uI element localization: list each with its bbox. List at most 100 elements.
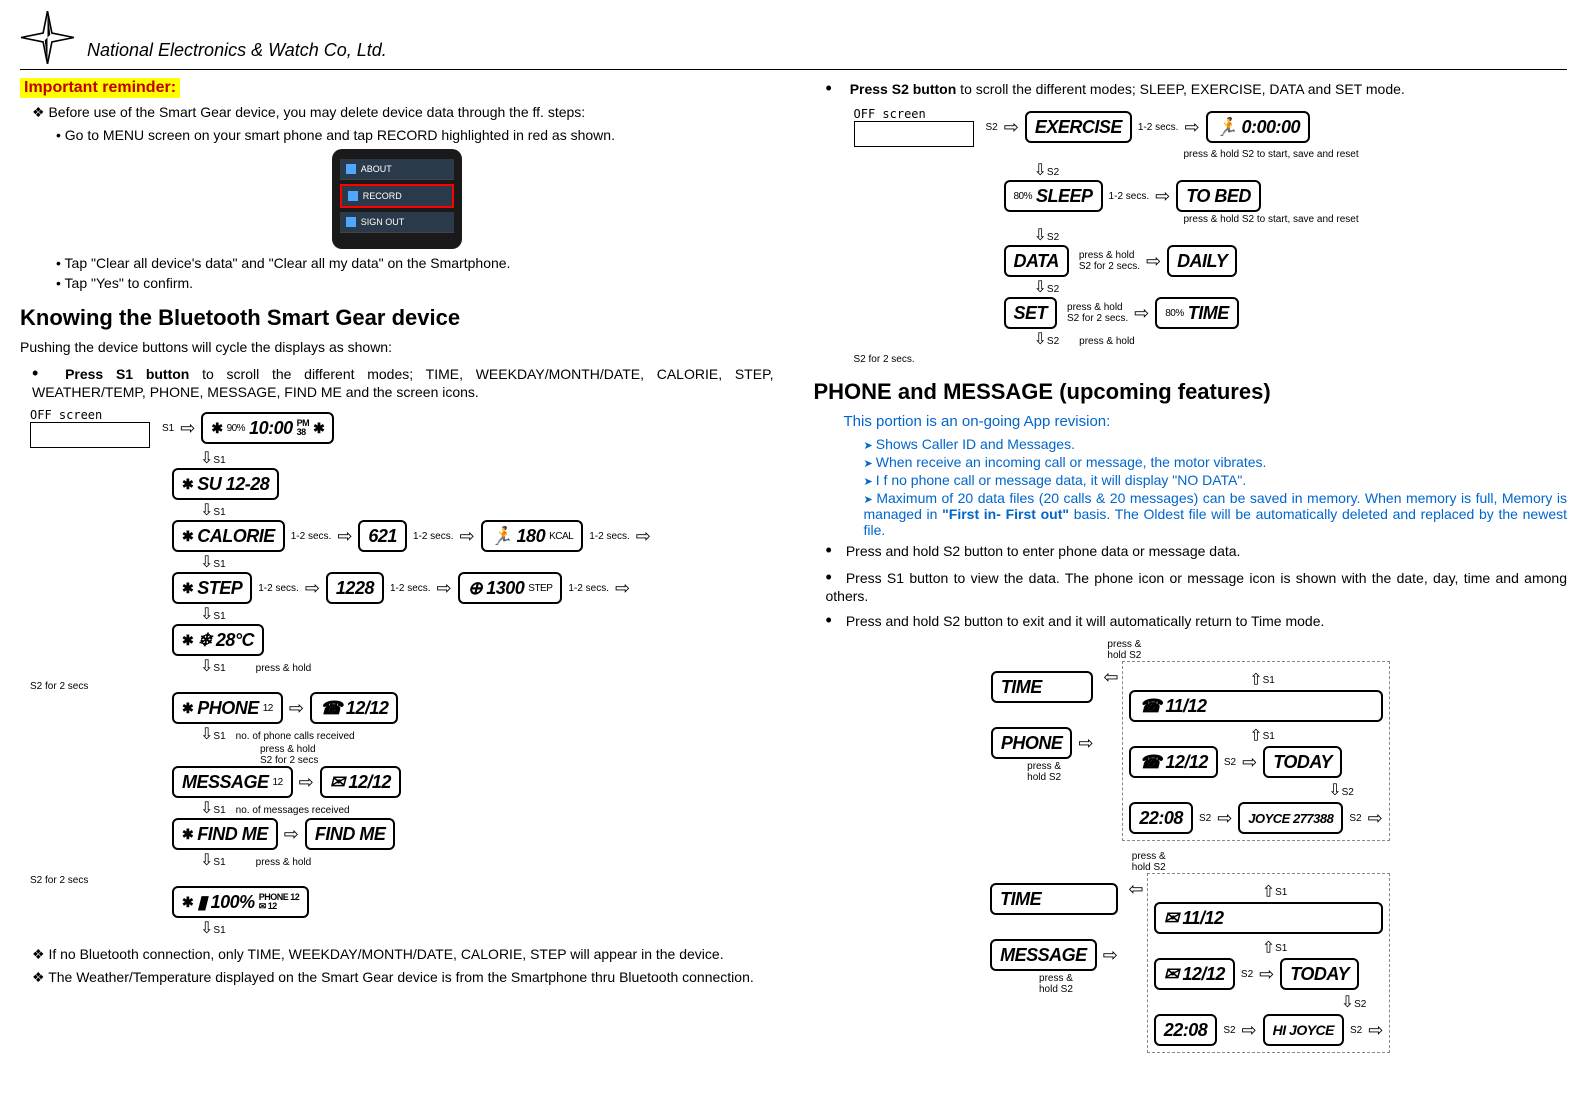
bluetooth-icon: ✱ <box>182 580 193 597</box>
runner-icon: 🏃 <box>1216 117 1238 138</box>
s1-down-label: S1 <box>213 559 225 570</box>
hold-note: press & hold S2 <box>995 761 1094 783</box>
calorie-v2: 180 <box>517 526 546 547</box>
arrow-right-icon: ⇨ <box>1155 186 1170 207</box>
s2-label: S2 <box>1199 813 1211 824</box>
step-unit: STEP <box>528 583 552 594</box>
arrow-right-icon: ⇨ <box>1368 808 1383 829</box>
msg-date-1: 11/12 <box>1182 908 1223 929</box>
phonemsg-a1: Shows Caller ID and Messages. <box>864 436 1568 452</box>
arrow-right-icon: ⇨ <box>1004 117 1019 138</box>
reminder-title: Important reminder: <box>20 78 180 98</box>
s1-down-label: S1 <box>213 663 225 674</box>
lcd-msg-date-1: ✉11/12 <box>1154 902 1384 934</box>
s1-mode-diagram: OFF screen S1 ⇨ ✱ 90% 10:00 PM38 ✱ ⇩S1 ✱… <box>30 408 774 938</box>
calorie-unit: KCAL <box>549 531 573 542</box>
s1-label: S1 <box>1263 675 1275 686</box>
arrow-right-icon: ⇨ <box>615 578 630 599</box>
temp-value: 28°C <box>216 630 254 651</box>
phone-handset-icon: ☎ <box>1139 696 1161 717</box>
battery-pct: 100% <box>211 892 255 913</box>
hold-note: press & hold S2 <box>994 973 1118 995</box>
off-screen-label: OFF screen <box>30 408 150 422</box>
s2-rest: to scroll the different modes; SLEEP, EX… <box>956 81 1404 97</box>
off-screen-box <box>30 422 150 448</box>
phonemsg-b2: Press S1 button to view the data. The ph… <box>826 567 1568 604</box>
sleep-pct: 80% <box>1014 191 1033 202</box>
phone-note: no. of phone calls received <box>236 731 355 742</box>
phone-mode-label: PHONE <box>1001 733 1063 754</box>
hold-note: press & hold S2 for 2 secs <box>30 857 311 886</box>
s1-lead: Press S1 button <box>65 366 189 382</box>
arrow-right-icon: ⇨ <box>1259 964 1274 985</box>
message-mode-label: MESSAGE <box>1000 945 1087 966</box>
s1-down-label: S1 <box>213 857 225 868</box>
lcd-time-mode: TIME <box>991 671 1094 703</box>
s1-down-label: S1 <box>213 731 225 742</box>
phone-count: 12 <box>263 703 273 714</box>
arrow-up-icon: ⇩ <box>1249 724 1262 744</box>
phonemsg-a4b: "First in- First out" <box>942 506 1069 522</box>
lcd-caller: JOYCE 277388 <box>1238 802 1343 834</box>
weekday-value: SU 12-28 <box>197 474 269 495</box>
lcd-msg-time: 22:08 <box>1154 1014 1218 1046</box>
s2-label: S2 <box>1241 969 1253 980</box>
step-label: STEP <box>197 578 242 599</box>
hold-note: press & hold S2 for 2 secs <box>30 663 311 692</box>
date-1: 11/12 <box>1165 696 1206 717</box>
lcd-data: DATA <box>1004 245 1069 277</box>
findme-label: FIND ME <box>197 824 268 845</box>
arrow-down-icon: ⇩ <box>200 448 213 468</box>
phone-screenshot: ABOUT RECORD SIGN OUT <box>332 149 462 249</box>
phone-data-group: ⇩S1 ☎11/12 ⇩S1 ☎12/12 S2⇨ TODAY ⇩S2 22:0… <box>1122 661 1389 841</box>
s2-label: S2 <box>1354 999 1366 1010</box>
section-phonemsg-title: PHONE and MESSAGE (upcoming features) <box>814 379 1568 405</box>
bluetooth-icon: ✱ <box>182 632 193 649</box>
secs-note: 1-2 secs. <box>589 531 630 542</box>
lcd-time-mode: TIME <box>990 883 1118 915</box>
hold-note: press & hold S2 <box>1132 851 1391 873</box>
data-label: DATA <box>1014 251 1059 272</box>
lcd-phone-mode: PHONE <box>991 727 1073 759</box>
time-val: 22:08 <box>1139 808 1183 829</box>
bluetooth-icon: ✱ <box>313 420 324 437</box>
secs-note: 1-2 secs. <box>291 531 332 542</box>
arrow-down-icon: ⇩ <box>200 604 213 624</box>
s1-instruction: Press S1 button to scroll the different … <box>32 363 774 400</box>
phonemsg-b3: Press and hold S2 button to exit and it … <box>826 610 1568 631</box>
left-column: Important reminder: Before use of the Sm… <box>20 78 774 1061</box>
arrow-right-icon: ⇨ <box>460 526 475 547</box>
arrow-right-icon: ⇨ <box>1184 117 1199 138</box>
phonemsg-b1: Press and hold S2 button to enter phone … <box>826 540 1568 561</box>
reminder-intro: Before use of the Smart Gear device, you… <box>32 104 774 121</box>
s1-label: S1 <box>162 423 174 434</box>
arrow-right-icon: ⇨ <box>1146 251 1161 272</box>
arrow-down-icon: ⇩ <box>1034 329 1047 349</box>
lcd-daily: DAILY <box>1167 245 1237 277</box>
lcd-exercise-time: 🏃0:00:00 <box>1206 111 1310 143</box>
s2-label: S2 <box>1223 1025 1235 1036</box>
knowing-note-1: If no Bluetooth connection, only TIME, W… <box>32 946 774 963</box>
section-knowing-title: Knowing the Bluetooth Smart Gear device <box>20 305 774 331</box>
person-icon: 🏃 <box>491 526 513 547</box>
arrow-right-icon: ⇨ <box>180 418 195 439</box>
lcd-date-1: ☎11/12 <box>1129 690 1382 722</box>
arrow-down-icon: ⇩ <box>1034 277 1047 297</box>
s2-mode-diagram: OFF screen S2 ⇨ EXERCISE 1-2 secs. ⇨ 🏃0:… <box>854 107 1568 365</box>
phonemsg-a4: Maximum of 20 data files (20 calls & 20 … <box>864 490 1568 538</box>
arrow-up-icon: ⇩ <box>1262 936 1275 956</box>
phone-handset-icon: ☎ <box>1139 752 1161 773</box>
arrow-right-icon: ⇨ <box>284 824 299 845</box>
off-screen-label: OFF screen <box>854 107 974 121</box>
arrow-up-icon: ⇩ <box>1249 668 1262 688</box>
secs-note: 1-2 secs. <box>1109 191 1150 202</box>
arrow-down-icon: ⇩ <box>1034 160 1047 180</box>
lcd-temp: ✱❄28°C <box>172 624 264 656</box>
phone-menu-label: ABOUT <box>361 164 392 174</box>
arrow-up-icon: ⇩ <box>1262 880 1275 900</box>
s2-down-label: S2 <box>1047 336 1059 347</box>
lcd-msg-text: HI JOYCE <box>1263 1014 1344 1046</box>
lcd-calorie: ✱CALORIE <box>172 520 285 552</box>
s1-down-label: S1 <box>213 925 225 936</box>
arrow-left-icon: ⇨ <box>1128 879 1143 900</box>
